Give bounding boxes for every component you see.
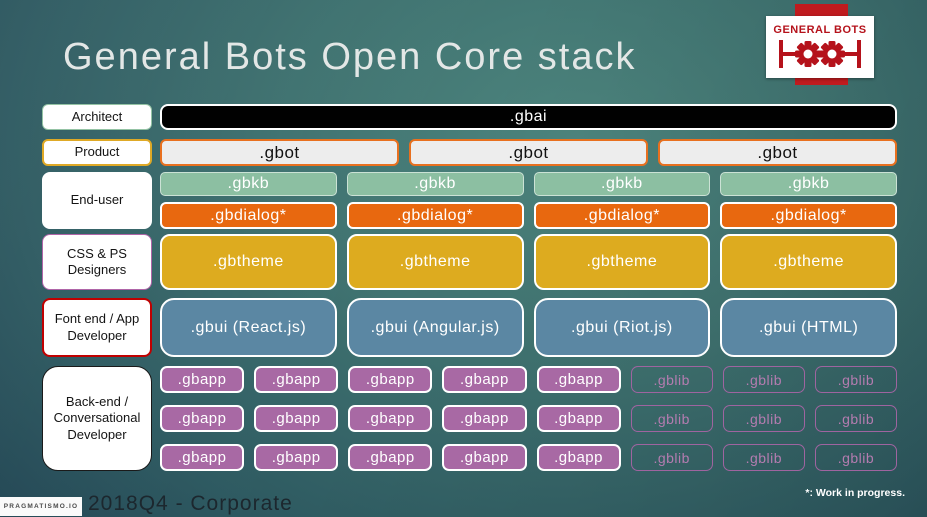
row-label-designers: CSS & PS Designers xyxy=(42,234,152,290)
gbapp-box: .gbapp xyxy=(348,405,433,432)
gbapp-box: .gbapp xyxy=(160,405,245,432)
row-label-text: CSS & PS Designers xyxy=(67,245,127,277)
gbapp-box: .gbapp xyxy=(348,366,433,393)
gbtheme-box: .gbtheme xyxy=(160,234,337,290)
end-user-cells: .gbkb .gbkb .gbkb .gbkb .gbdialog* .gbdi… xyxy=(160,172,897,229)
row-label-text: Architect xyxy=(71,108,123,124)
gblib-box: .gblib xyxy=(814,366,897,393)
gbapp-box: .gbapp xyxy=(442,366,527,393)
gbui-angular-box: .gbui (Angular.js) xyxy=(346,298,524,357)
row-label-text: End-user xyxy=(70,192,124,208)
slide: General Bots Open Core stack GENERAL BOT… xyxy=(0,0,927,517)
gblib-box: .gblib xyxy=(722,444,805,471)
gbapp-box: .gbapp xyxy=(160,444,245,471)
gbtheme-box: .gbtheme xyxy=(720,234,897,290)
gears-icon xyxy=(779,39,861,68)
gbapp-box: .gbapp xyxy=(254,405,339,432)
gbui-riot-box: .gbui (Riot.js) xyxy=(533,298,711,357)
gbdialog-row: .gbdialog* .gbdialog* .gbdialog* .gbdial… xyxy=(160,202,897,229)
row-label-text: Back-end / Conversational Developer xyxy=(53,394,141,442)
gbapp-box: .gbapp xyxy=(536,405,621,432)
row-label-architect: Architect xyxy=(42,104,152,130)
row-label-frontend: Font end / App Developer xyxy=(42,298,152,357)
gblib-box: .gblib xyxy=(630,405,713,432)
gbkb-box: .gbkb xyxy=(533,172,711,196)
band-product: Product .gbot .gbot .gbot xyxy=(42,139,897,166)
vendor-text: PRAGMATISMO.IO xyxy=(3,503,79,510)
backend-cells: .gbapp .gbapp .gbapp .gbapp .gbapp .gbli… xyxy=(160,366,897,471)
gbapp-box: .gbapp xyxy=(254,444,339,471)
logo-brand-text: GENERAL BOTS xyxy=(773,23,867,36)
work-in-progress-note: *: Work in progress. xyxy=(805,487,905,499)
gbot-box: .gbot xyxy=(658,139,897,166)
gbapp-box: .gbapp xyxy=(442,405,527,432)
architect-cells: .gbai xyxy=(160,104,897,130)
gbapp-box: .gbapp xyxy=(254,366,339,393)
gblib-box: .gblib xyxy=(630,366,713,393)
backend-row: .gbapp .gbapp .gbapp .gbapp .gbapp .gbli… xyxy=(160,405,897,432)
gblib-box: .gblib xyxy=(630,444,713,471)
gbui-html-box: .gbui (HTML) xyxy=(720,298,897,357)
gblib-box: .gblib xyxy=(722,366,805,393)
backend-row: .gbapp .gbapp .gbapp .gbapp .gbapp .gbli… xyxy=(160,366,897,393)
gbdialog-box: .gbdialog* xyxy=(160,202,337,229)
designer-cells: .gbtheme .gbtheme .gbtheme .gbtheme xyxy=(160,234,897,290)
gbdialog-box: .gbdialog* xyxy=(533,202,711,229)
gblib-box: .gblib xyxy=(814,405,897,432)
backend-row: .gbapp .gbapp .gbapp .gbapp .gbapp .gbli… xyxy=(160,444,897,471)
row-label-end-user: End-user xyxy=(42,172,152,229)
gbtheme-box: .gbtheme xyxy=(346,234,524,290)
band-architect: Architect .gbai xyxy=(42,104,897,130)
band-backend: Back-end / Conversational Developer .gba… xyxy=(42,366,897,471)
row-label-text: Product xyxy=(74,144,120,160)
gbot-box: .gbot xyxy=(160,139,399,166)
gbdialog-box: .gbdialog* xyxy=(346,202,524,229)
row-label-product: Product xyxy=(42,139,152,166)
product-cells: .gbot .gbot .gbot xyxy=(160,139,897,166)
gbkb-box: .gbkb xyxy=(720,172,897,196)
gbkb-box: .gbkb xyxy=(346,172,524,196)
gbapp-box: .gbapp xyxy=(536,366,621,393)
gbapp-box: .gbapp xyxy=(442,444,527,471)
gbai-box: .gbai xyxy=(160,104,897,130)
gbapp-box: .gbapp xyxy=(160,366,245,393)
page-title: General Bots Open Core stack xyxy=(63,36,637,78)
gbtheme-box: .gbtheme xyxy=(533,234,711,290)
gblib-box: .gblib xyxy=(722,405,805,432)
gbdialog-box: .gbdialog* xyxy=(720,202,897,229)
frontend-cells: .gbui (React.js) .gbui (Angular.js) .gbu… xyxy=(160,298,897,357)
general-bots-logo: GENERAL BOTS xyxy=(766,16,874,78)
footer-text: 2018Q4 - Corporate xyxy=(88,492,293,515)
gbot-box: .gbot xyxy=(409,139,648,166)
row-label-backend: Back-end / Conversational Developer xyxy=(42,366,152,471)
band-frontend: Font end / App Developer .gbui (React.js… xyxy=(42,298,897,357)
gblib-box: .gblib xyxy=(814,444,897,471)
gbkb-box: .gbkb xyxy=(160,172,337,196)
pragmatismo-logo: PRAGMATISMO.IO xyxy=(0,497,82,516)
gbapp-box: .gbapp xyxy=(348,444,433,471)
gbkb-row: .gbkb .gbkb .gbkb .gbkb xyxy=(160,172,897,196)
gbapp-box: .gbapp xyxy=(536,444,621,471)
band-end-user: End-user .gbkb .gbkb .gbkb .gbkb .gbdial… xyxy=(42,172,897,229)
band-designers: CSS & PS Designers .gbtheme .gbtheme .gb… xyxy=(42,234,897,290)
row-label-text: Font end / App Developer xyxy=(54,311,140,343)
gbui-react-box: .gbui (React.js) xyxy=(160,298,337,357)
